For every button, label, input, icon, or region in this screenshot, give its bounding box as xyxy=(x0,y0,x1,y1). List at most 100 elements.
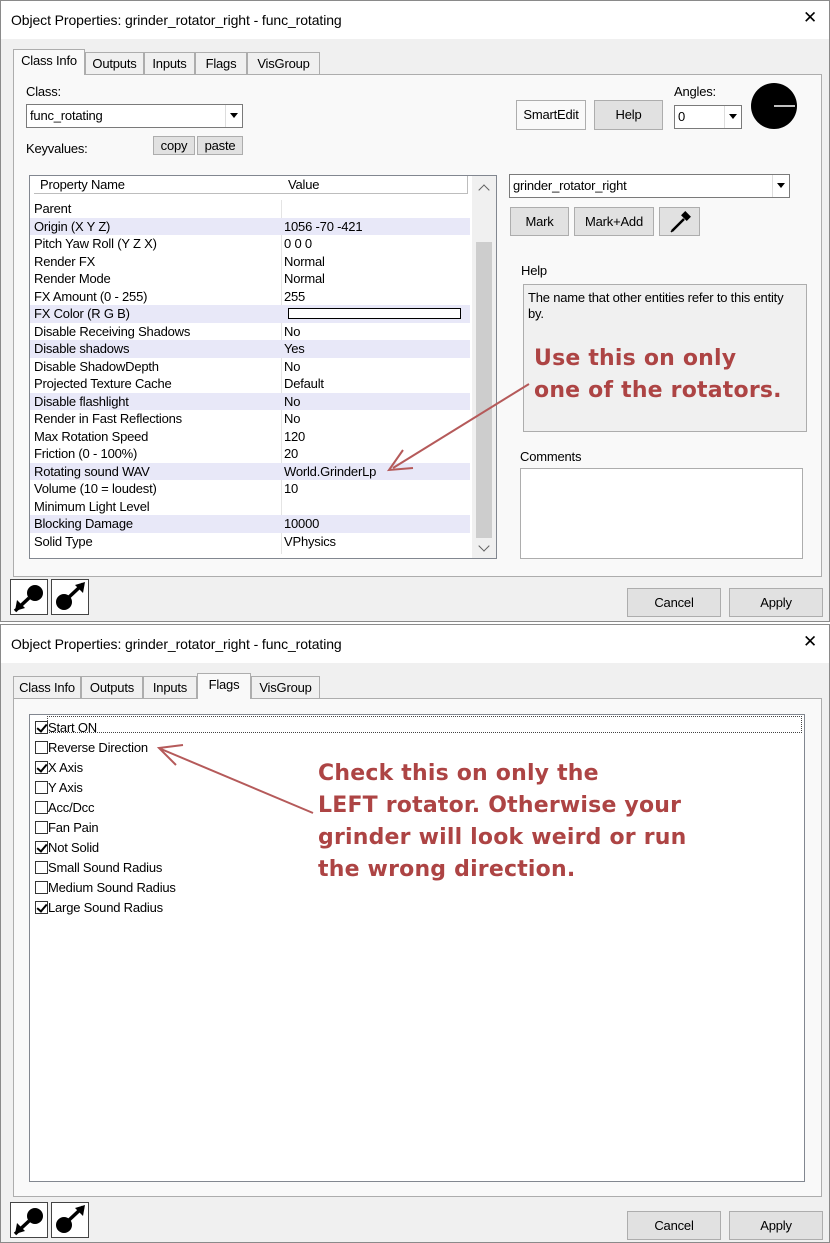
grid-scrollbar[interactable] xyxy=(472,176,496,558)
property-row[interactable]: Pitch Yaw Roll (Y Z X) 0 0 0 xyxy=(30,235,470,253)
chevron-down-icon[interactable] xyxy=(225,105,242,127)
mark-button[interactable]: Mark xyxy=(510,207,569,236)
checkbox-icon[interactable] xyxy=(35,761,48,774)
tab-outputs[interactable]: Outputs xyxy=(85,52,144,75)
paste-button[interactable]: paste xyxy=(197,136,243,155)
property-name: Max Rotation Speed xyxy=(34,428,149,444)
property-value: World.GrinderLp xyxy=(284,463,377,479)
property-name: Render in Fast Reflections xyxy=(34,411,182,426)
tab-class-info[interactable]: Class Info xyxy=(13,49,85,75)
property-row[interactable]: Render FX Normal xyxy=(30,253,470,271)
checkbox-icon[interactable] xyxy=(35,901,48,914)
property-value: No xyxy=(284,323,301,339)
checkbox-icon[interactable] xyxy=(35,881,48,894)
scroll-down-icon[interactable] xyxy=(478,540,490,552)
tab-flags[interactable]: Flags xyxy=(195,52,247,75)
close-icon[interactable]: ✕ xyxy=(803,9,817,26)
property-row[interactable]: Parent xyxy=(30,200,470,218)
object-properties-window-class-info: Object Properties: grinder_rotator_right… xyxy=(0,0,830,622)
property-row[interactable]: Solid Type VPhysics xyxy=(30,533,470,551)
title-bar: Object Properties: grinder_rotator_right… xyxy=(1,1,829,39)
checkbox-icon[interactable] xyxy=(35,821,48,834)
chevron-down-icon[interactable] xyxy=(724,106,741,128)
chevron-down-icon[interactable] xyxy=(772,175,789,197)
tab-visgroup[interactable]: VisGroup xyxy=(247,52,320,75)
keyvalues-grid[interactable]: Property Name Value Parent Origin (X Y Z)… xyxy=(29,175,497,559)
property-name: Blocking Damage xyxy=(34,516,133,531)
entity-name-combo[interactable]: grinder_rotator_right xyxy=(509,174,790,198)
property-name: Render Mode xyxy=(34,271,111,286)
tab-inputs[interactable]: Inputs xyxy=(144,52,195,75)
flag-label: Not Solid xyxy=(48,840,99,855)
arrow-to-point-icon xyxy=(13,1208,43,1236)
property-name: FX Color (R G B) xyxy=(34,306,130,321)
cancel-button[interactable]: Cancel xyxy=(627,588,721,617)
property-value: 255 xyxy=(284,288,306,304)
property-value: No xyxy=(284,358,301,374)
property-row[interactable]: Minimum Light Level xyxy=(30,498,470,516)
eyedropper-icon xyxy=(670,211,691,233)
goto-entity-button[interactable] xyxy=(10,1202,48,1238)
property-value: 10 xyxy=(284,481,299,496)
goto-entity-button[interactable] xyxy=(10,579,48,615)
property-name: Render FX xyxy=(34,253,96,269)
property-name: Disable ShadowDepth xyxy=(34,358,159,374)
smartedit-button[interactable]: SmartEdit xyxy=(516,100,586,130)
property-row[interactable]: Disable ShadowDepth No xyxy=(30,358,470,376)
flag-label: Start ON xyxy=(48,720,97,735)
grid-header-value[interactable]: Value xyxy=(282,176,468,194)
property-value: Normal xyxy=(284,253,325,269)
checkbox-icon[interactable] xyxy=(35,781,48,794)
cancel-button[interactable]: Cancel xyxy=(627,1211,721,1240)
property-row[interactable]: Render Mode Normal xyxy=(30,270,470,288)
property-row[interactable]: Origin (X Y Z) 1056 -70 -421 xyxy=(30,217,470,235)
checkbox-icon[interactable] xyxy=(35,721,48,734)
apply-button[interactable]: Apply xyxy=(729,1211,823,1240)
property-name: Parent xyxy=(34,201,72,216)
mark-add-button[interactable]: Mark+Add xyxy=(574,207,654,236)
property-row[interactable]: FX Color (R G B) xyxy=(30,305,470,323)
angles-combo[interactable]: 0 xyxy=(674,105,742,129)
tab-outputs[interactable]: Outputs xyxy=(81,676,143,699)
property-row[interactable]: Disable Receiving Shadows No xyxy=(30,323,470,341)
help-button[interactable]: Help xyxy=(594,100,663,130)
angles-label: Angles: xyxy=(674,84,716,99)
property-row[interactable]: FX Amount (0 - 255) 255 xyxy=(30,288,470,306)
scroll-up-icon[interactable] xyxy=(478,184,490,196)
class-label: Class: xyxy=(26,84,61,99)
tab-inputs[interactable]: Inputs xyxy=(143,676,197,699)
checkbox-icon[interactable] xyxy=(35,741,48,754)
apply-button[interactable]: Apply xyxy=(729,588,823,617)
grid-header-property-name[interactable]: Property Name xyxy=(34,176,283,194)
property-name: Volume (10 = loudest) xyxy=(34,481,157,496)
tab-class-info[interactable]: Class Info xyxy=(13,676,81,699)
property-value: 1056 -70 -421 xyxy=(284,218,363,234)
checkbox-icon[interactable] xyxy=(35,841,48,854)
property-name: FX Amount (0 - 255) xyxy=(34,288,148,304)
property-value: No xyxy=(284,411,301,426)
tab-flags[interactable]: Flags xyxy=(197,673,251,699)
property-row[interactable]: Blocking Damage 10000 xyxy=(30,515,470,533)
property-name: Disable flashlight xyxy=(34,393,129,409)
property-name: Projected Texture Cache xyxy=(34,376,172,391)
property-name: Rotating sound WAV xyxy=(34,463,150,479)
tab-visgroup[interactable]: VisGroup xyxy=(251,676,320,699)
comments-textarea[interactable] xyxy=(520,468,803,559)
class-combo[interactable]: func_rotating xyxy=(26,104,243,128)
close-icon[interactable]: ✕ xyxy=(803,633,817,650)
checkbox-icon[interactable] xyxy=(35,861,48,874)
property-name: Pitch Yaw Roll (Y Z X) xyxy=(34,236,157,251)
property-name: Solid Type xyxy=(34,533,93,549)
pick-entity-button[interactable] xyxy=(51,579,89,615)
flag-label: Fan Pain xyxy=(48,820,99,835)
property-value: Normal xyxy=(284,271,325,286)
pick-entity-button[interactable] xyxy=(51,1202,89,1238)
checkbox-icon[interactable] xyxy=(35,801,48,814)
arrow-to-point-icon xyxy=(13,585,43,613)
property-row[interactable]: Disable shadows Yes xyxy=(30,340,470,358)
angle-dial-icon[interactable] xyxy=(749,81,799,131)
eyedropper-button[interactable] xyxy=(659,207,700,236)
property-name: Origin (X Y Z) xyxy=(34,218,111,234)
copy-button[interactable]: copy xyxy=(153,136,195,155)
color-swatch[interactable] xyxy=(288,308,461,319)
